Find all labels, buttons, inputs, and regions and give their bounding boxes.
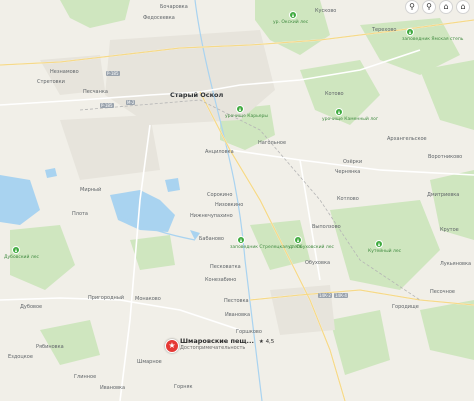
settlement-label: Глинное	[74, 374, 97, 380]
park-icon[interactable]	[335, 108, 343, 116]
routes-button[interactable]: ⚲	[422, 0, 436, 14]
park-label: Кутейный лес	[368, 249, 402, 254]
park-icon[interactable]	[406, 28, 414, 36]
settlement-label: Шмарное	[137, 359, 162, 365]
settlement-label: Терехово	[372, 27, 397, 33]
settlement-label: Лукьяновка	[440, 261, 472, 267]
settlement-label: Выползово	[312, 224, 341, 230]
road-shield: М-2	[126, 100, 136, 105]
settlement-label: Песочное	[430, 289, 456, 295]
settlement-label: Нагольное	[258, 140, 287, 146]
settlement-label: Ездоцкое	[8, 354, 33, 360]
settlement-label: Пригородный	[88, 295, 125, 301]
settlement-label: Сорокино	[207, 192, 233, 198]
settlement-label: Мирный	[80, 187, 102, 193]
settlement-label: Конезабино	[205, 277, 237, 283]
park-icon[interactable]	[294, 236, 302, 244]
park-icon[interactable]	[237, 236, 245, 244]
park-label: урочище Карьеры	[225, 114, 268, 119]
settlement-label: Ивановка	[225, 312, 251, 318]
settlement-label: Песковатка	[210, 264, 241, 270]
settlement-label: Горшково	[236, 329, 262, 335]
settlement-label: Анциловка	[205, 149, 234, 155]
settlement-label: Нижнечупахино	[190, 213, 233, 219]
settlement-label: Незнамово	[50, 69, 79, 75]
settlement-label: Чернянка	[335, 169, 361, 175]
transport-button[interactable]: ⌂	[439, 0, 453, 14]
settlement-label: Бабаново	[199, 236, 224, 242]
settlement-label: Дубовое	[20, 304, 43, 310]
settlement-label: Котлово	[337, 196, 359, 202]
road-shield: Р-185	[106, 71, 120, 76]
settlement-label: Стретовки	[37, 79, 65, 85]
settlement-label: Городище	[392, 304, 419, 310]
settlement-label: Рябиновка	[36, 344, 64, 350]
layers-button[interactable]: ⚲	[405, 0, 419, 14]
star-icon[interactable]: ★	[165, 339, 179, 353]
settlement-label: Бочаровка	[160, 4, 188, 10]
settlement-label: Котово	[325, 91, 344, 97]
settlement-label: Монаково	[135, 296, 161, 302]
settlement-label: Воротниково	[428, 154, 463, 160]
road-shield: Р-185	[100, 103, 114, 108]
settlement-label: Горняк	[174, 384, 193, 390]
print-button[interactable]: ⌂	[456, 0, 470, 14]
poi-card[interactable]: Шмаровские пещ... ★ 4,5 Достопримечатель…	[180, 337, 275, 352]
settlement-label: Низовкино	[215, 202, 244, 208]
road-shield: 14К-4	[334, 293, 348, 298]
poi-rating-value: 4,5	[265, 339, 275, 345]
city-label: Старый Оскол	[170, 91, 224, 99]
settlement-label: Обуховка	[305, 260, 331, 266]
park-label: ур. Окский лес	[273, 20, 309, 25]
park-icon[interactable]	[289, 11, 297, 19]
park-icon[interactable]	[375, 240, 383, 248]
park-label: Дубовский лес	[4, 255, 39, 260]
park-icon[interactable]	[12, 246, 20, 254]
poi-name: Шмаровские пещ...	[180, 337, 254, 345]
park-label: заповедник Ямская степь	[402, 37, 464, 42]
poi-subtitle: Достопримечательность	[180, 344, 246, 351]
settlement-label: Пестовка	[224, 298, 249, 304]
road-shield: 14К-2	[318, 293, 332, 298]
settlement-label: Кусково	[315, 8, 337, 14]
settlement-label: Плота	[72, 211, 88, 217]
park-icon[interactable]	[236, 105, 244, 113]
park-label: урочище Каменный лог	[322, 117, 379, 122]
park-label: заповедник Стрелецкая степь	[230, 245, 303, 250]
settlement-label: Озёрки	[343, 159, 363, 165]
settlement-label: Архангельское	[387, 136, 427, 142]
settlement-label: Федосеевка	[143, 15, 175, 21]
settlement-label: Песчанка	[83, 89, 108, 95]
settlement-label: Крутое	[440, 227, 459, 233]
settlement-label: Дмитриевка	[427, 192, 460, 198]
poi-rating: ★ 4,5	[258, 339, 275, 345]
settlement-label: Ивановка	[100, 385, 126, 391]
map-toolbar: ⚲ ⚲ ⌂ ⌂	[405, 0, 470, 14]
